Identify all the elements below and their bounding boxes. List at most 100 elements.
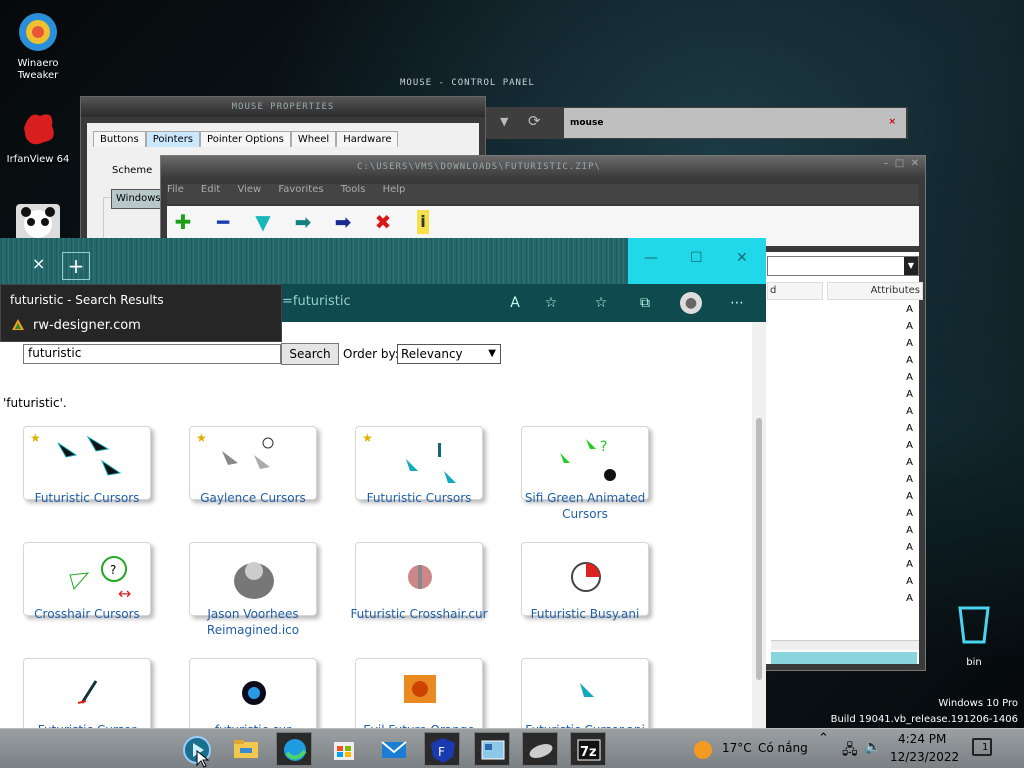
taskbar-security-app[interactable]: F: [424, 732, 460, 766]
column-header-partial[interactable]: d: [767, 282, 823, 300]
tab-buttons[interactable]: Buttons: [93, 131, 146, 147]
close-icon[interactable]: ✕: [911, 158, 919, 169]
add-favorite-icon[interactable]: ☆: [540, 292, 562, 314]
taskbar-store[interactable]: [326, 732, 362, 766]
menu-help[interactable]: Help: [383, 184, 406, 195]
result-thumbnail[interactable]: [521, 658, 649, 730]
result-thumbnail[interactable]: ★: [189, 426, 317, 500]
result-title-link[interactable]: Gaylence Cursors: [179, 490, 327, 506]
taskbar-7zip[interactable]: 7z: [570, 732, 606, 766]
result-card[interactable]: Futuristic Crosshair.cur: [350, 542, 488, 642]
result-title-link[interactable]: Futuristic Crosshair.cur: [345, 606, 493, 622]
clear-search-icon[interactable]: ×: [888, 117, 896, 127]
weather-temperature[interactable]: 17°C: [722, 741, 752, 755]
profile-avatar[interactable]: ●: [680, 292, 702, 314]
menu-view[interactable]: View: [237, 184, 261, 195]
result-card[interactable]: ★ Gaylence Cursors: [189, 426, 317, 526]
zip-path-input[interactable]: ▼: [767, 256, 919, 276]
show-hidden-icons-chevron-up-icon[interactable]: ⌃: [818, 731, 829, 746]
result-card[interactable]: ★ Futuristic Cursors: [355, 426, 483, 526]
horizontal-scrollbar[interactable]: [771, 640, 919, 650]
result-card[interactable]: ★ Futuristic Cursors: [23, 426, 151, 526]
search-button[interactable]: Search: [281, 343, 339, 365]
info-icon[interactable]: i: [417, 210, 429, 234]
delete-icon[interactable]: ✖: [371, 210, 395, 234]
notification-center-icon[interactable]: 1: [972, 738, 992, 756]
vertical-scrollbar[interactable]: [752, 322, 766, 730]
new-tab-button[interactable]: +: [62, 252, 90, 280]
control-panel-search-input[interactable]: mouse ×: [564, 108, 906, 138]
clock-time[interactable]: 4:24 PM: [898, 732, 946, 746]
menu-tools[interactable]: Tools: [341, 184, 366, 195]
dropdown-icon[interactable]: ▼: [904, 257, 918, 275]
result-thumbnail[interactable]: [521, 542, 649, 616]
clock-date[interactable]: 12/23/2022: [890, 750, 959, 764]
collections-icon[interactable]: ⧉: [634, 292, 656, 314]
address-input[interactable]: =futuristic: [282, 294, 351, 309]
taskbar-control-panel[interactable]: [474, 732, 510, 766]
suggestion-title[interactable]: futuristic - Search Results: [10, 293, 164, 307]
desktop-icon-winaero[interactable]: Winaero Tweaker: [0, 10, 76, 82]
taskbar-file-explorer[interactable]: [228, 732, 264, 766]
site-search-input[interactable]: futuristic: [23, 344, 281, 364]
result-title-link[interactable]: Sifi Green Animated Cursors: [511, 490, 659, 522]
maximize-icon[interactable]: □: [895, 158, 904, 169]
result-card[interactable]: Futuristic Cursor: [23, 658, 151, 730]
favorites-icon[interactable]: ☆: [590, 292, 612, 314]
taskbar-edge[interactable]: [276, 732, 312, 766]
result-card[interactable]: Evil Future Orange: [355, 658, 483, 730]
dropdown-icon[interactable]: ▼: [500, 115, 508, 128]
result-title-link[interactable]: Crosshair Cursors: [13, 606, 161, 622]
close-tab-icon[interactable]: ×: [32, 254, 45, 273]
result-title-link[interactable]: Futuristic Cursors: [345, 490, 493, 506]
weather-description[interactable]: Có nắng: [758, 741, 808, 755]
menu-file[interactable]: File: [167, 184, 184, 195]
refresh-icon[interactable]: ⟳: [528, 112, 541, 130]
tab-wheel[interactable]: Wheel: [290, 131, 337, 147]
taskbar-mail[interactable]: [376, 732, 412, 766]
result-thumbnail[interactable]: [355, 542, 483, 616]
result-card[interactable]: Jason Voorhees Reimagined.ico: [189, 542, 317, 642]
network-icon[interactable]: 🖧: [842, 739, 858, 763]
result-card[interactable]: Futuristic Busy.ani: [521, 542, 649, 642]
test-icon[interactable]: ▼: [251, 210, 275, 234]
tab-hardware[interactable]: Hardware: [336, 131, 399, 147]
desktop-icon-panda[interactable]: [16, 204, 60, 238]
result-thumbnail[interactable]: ★: [355, 426, 483, 500]
column-header-attributes[interactable]: Attributes: [827, 282, 923, 300]
result-card[interactable]: ? Sifi Green Animated Cursors: [521, 426, 649, 526]
result-thumbnail[interactable]: ?: [521, 426, 649, 500]
result-card[interactable]: Futuristic Cursor.ani: [521, 658, 649, 730]
add-icon[interactable]: ✚: [171, 210, 195, 234]
suggestion-site[interactable]: rw-designer.com: [33, 318, 141, 333]
tab-pointers[interactable]: Pointers: [145, 131, 201, 147]
volume-icon[interactable]: 🔈: [864, 739, 881, 755]
maximize-icon[interactable]: ☐: [690, 250, 703, 266]
result-thumbnail[interactable]: [189, 658, 317, 730]
result-thumbnail[interactable]: ? ↔: [23, 542, 151, 616]
scrollbar-thumb[interactable]: [756, 418, 762, 680]
result-card[interactable]: futuristic.cur: [189, 658, 317, 730]
copy-icon[interactable]: ➡: [291, 210, 315, 234]
menu-favorites[interactable]: Favorites: [278, 184, 323, 195]
tab-pointer-options[interactable]: Pointer Options: [200, 131, 291, 147]
desktop-icon-recycle-bin[interactable]: bin: [944, 604, 1004, 668]
desktop-icon-irfanview[interactable]: IrfanView 64: [0, 106, 76, 166]
menu-edit[interactable]: Edit: [201, 184, 220, 195]
close-icon[interactable]: ✕: [736, 250, 748, 266]
result-thumbnail[interactable]: [23, 658, 151, 730]
more-icon[interactable]: ⋯: [726, 292, 748, 314]
extract-icon[interactable]: ━: [211, 210, 235, 234]
result-card[interactable]: ? ↔ Crosshair Cursors: [23, 542, 151, 642]
result-title-link[interactable]: Jason Voorhees Reimagined.ico: [179, 606, 327, 638]
result-thumbnail[interactable]: ★: [23, 426, 151, 500]
read-aloud-icon[interactable]: A: [504, 292, 526, 314]
taskbar-mouse-app[interactable]: [522, 732, 558, 766]
move-icon[interactable]: ➡: [331, 210, 355, 234]
result-thumbnail[interactable]: [355, 658, 483, 730]
minimize-icon[interactable]: —: [644, 250, 658, 266]
result-thumbnail[interactable]: [189, 542, 317, 616]
minimize-icon[interactable]: –: [883, 158, 888, 169]
order-by-select[interactable]: Relevancy ▼: [397, 344, 501, 364]
result-title-link[interactable]: Futuristic Cursors: [13, 490, 161, 506]
